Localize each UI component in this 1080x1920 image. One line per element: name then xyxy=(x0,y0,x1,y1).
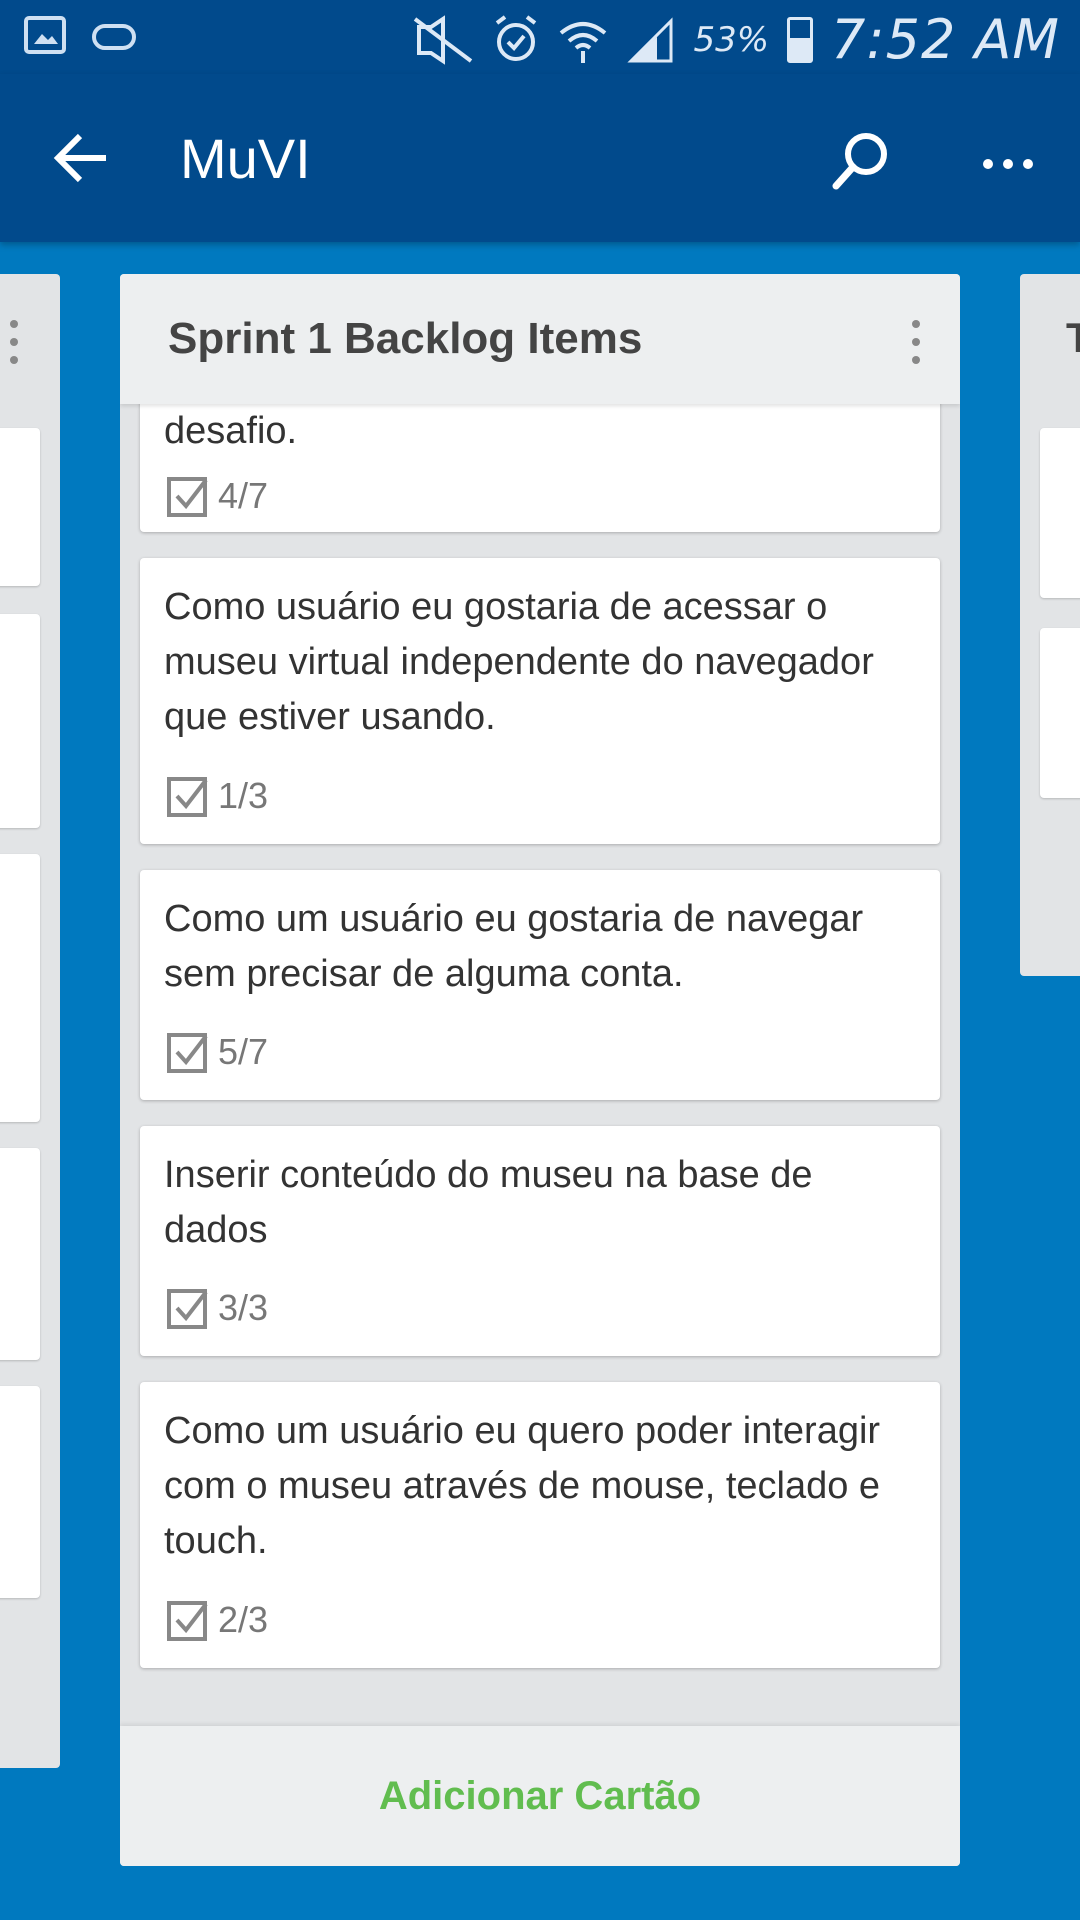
battery-percent: 53% xyxy=(693,19,770,60)
checklist-count: 5/7 xyxy=(218,1031,269,1072)
status-bar: 53% 7:52 AM xyxy=(0,0,1080,74)
previous-list-peek[interactable] xyxy=(0,274,60,1768)
card[interactable]: Como um usuário eu quero poder interagir… xyxy=(140,1382,940,1668)
board-title: MuVI xyxy=(180,127,311,190)
card-peek[interactable] xyxy=(0,614,40,828)
card-title: Como um usuário eu quero poder interagir… xyxy=(164,1410,881,1562)
checklist-count: 3/3 xyxy=(218,1287,269,1328)
checklist-badge: 1/3 xyxy=(166,774,268,818)
card-peek[interactable]: T xyxy=(1040,428,1080,598)
card-peek[interactable] xyxy=(0,428,40,586)
checklist-icon xyxy=(167,477,208,517)
list-header: Sprint 1 Backlog Items xyxy=(120,274,960,404)
list-footer: Adicionar Cartão xyxy=(120,1726,960,1866)
wifi-icon xyxy=(560,21,607,63)
card-peek[interactable] xyxy=(0,1148,40,1360)
add-card-button[interactable]: Adicionar Cartão xyxy=(120,1726,960,1866)
card-peek[interactable]: T xyxy=(1040,628,1080,798)
card-title: Inserir conteúdo do museu na base de dad… xyxy=(164,1154,813,1251)
list-sprint-1-backlog: Sprint 1 Backlog Items desafio. 4/7 Como… xyxy=(120,274,960,1866)
voicemail-icon xyxy=(92,24,136,50)
card[interactable]: Inserir conteúdo do museu na base de dad… xyxy=(140,1126,940,1356)
battery-icon xyxy=(787,16,814,63)
search-icon[interactable] xyxy=(828,128,894,194)
next-list-title-peek: T xyxy=(1066,314,1080,361)
checklist-count: 1/3 xyxy=(218,775,269,816)
list-title[interactable]: Sprint 1 Backlog Items xyxy=(168,314,642,364)
card-peek[interactable] xyxy=(0,854,40,1122)
card-title: Como um usuário eu gostaria de navegar s… xyxy=(164,898,864,995)
checklist-icon xyxy=(167,1033,208,1073)
more-options-icon[interactable] xyxy=(980,154,1036,174)
card-title: Como usuário eu gostaria de acessar o mu… xyxy=(164,586,874,738)
checklist-icon xyxy=(167,777,208,817)
card[interactable]: desafio. 4/7 xyxy=(140,404,940,532)
card-list[interactable]: desafio. 4/7 Como usuário eu gostaria de… xyxy=(120,404,960,1738)
checklist-badge: 3/3 xyxy=(166,1286,268,1330)
mute-icon xyxy=(414,14,473,65)
card-title: desafio. xyxy=(164,410,298,452)
card[interactable]: Como um usuário eu gostaria de navegar s… xyxy=(140,870,940,1100)
clock: 7:52 AM xyxy=(831,8,1060,71)
card[interactable]: Como usuário eu gostaria de acessar o mu… xyxy=(140,558,940,844)
checklist-icon xyxy=(167,1601,208,1641)
checklist-icon xyxy=(167,1289,208,1329)
back-arrow-icon[interactable] xyxy=(52,128,112,188)
card-peek[interactable] xyxy=(0,1386,40,1598)
checklist-badge: 5/7 xyxy=(166,1030,268,1074)
signal-icon xyxy=(627,16,673,62)
gallery-icon xyxy=(24,16,66,54)
checklist-badge: 4/7 xyxy=(166,474,268,518)
app-bar: MuVI xyxy=(0,74,1080,242)
checklist-count: 4/7 xyxy=(218,475,269,516)
next-list-peek[interactable]: T T T xyxy=(1020,274,1080,976)
list-menu-icon[interactable] xyxy=(8,318,20,366)
checklist-badge: 2/3 xyxy=(166,1598,268,1642)
checklist-count: 2/3 xyxy=(218,1599,269,1640)
list-menu-icon[interactable] xyxy=(910,318,922,366)
alarm-icon xyxy=(496,14,537,61)
